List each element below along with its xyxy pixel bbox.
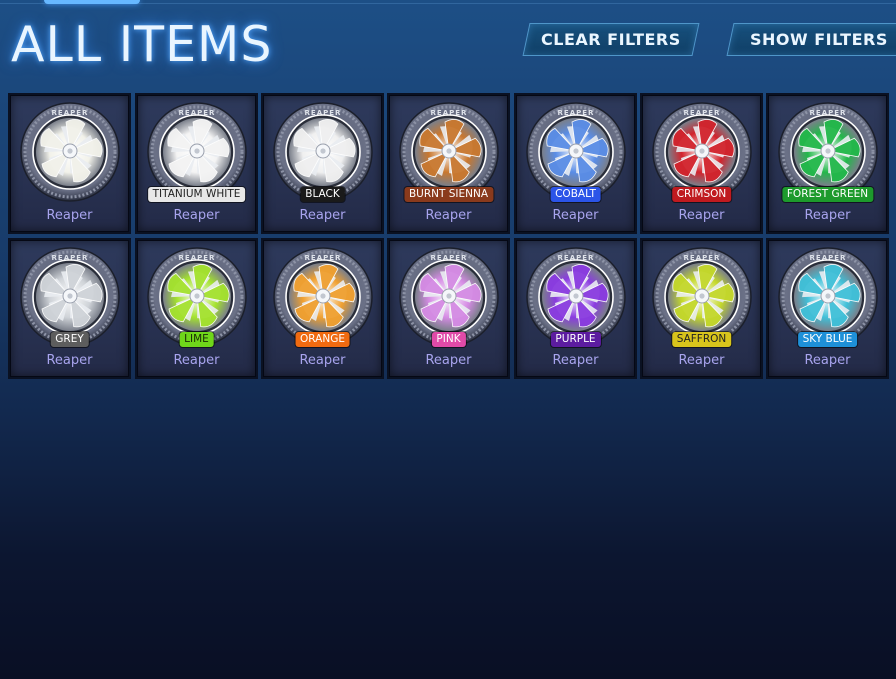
item-name: Reaper	[46, 353, 93, 368]
paint-color-badge: LIME	[179, 332, 214, 347]
item-name: Reaper	[299, 208, 346, 223]
item-name: Reaper	[678, 353, 725, 368]
item-card[interactable]: REAPER COBALT Reaper	[516, 95, 635, 232]
item-card[interactable]: REAPER BLACK Reaper	[263, 95, 382, 232]
paint-color-badge: SKY BLUE	[797, 332, 858, 347]
item-card[interactable]: REAPER PURPLE Reaper	[516, 240, 635, 377]
paint-color-badge: BURNT SIENNA	[403, 187, 494, 202]
item-card[interactable]: REAPER GREY Reaper	[10, 240, 129, 377]
item-card[interactable]: REAPER PINK Reaper	[389, 240, 508, 377]
item-card[interactable]: REAPER BURNT SIENNA Reaper	[389, 95, 508, 232]
item-grid: REAPER Reaper REAPER TITANIUM WHITE Reap…	[0, 0, 896, 679]
item-name: Reaper	[173, 353, 220, 368]
paint-color-badge: PINK	[431, 332, 466, 347]
paint-color-badge: SAFFRON	[671, 332, 732, 347]
paint-color-badge: CRIMSON	[671, 187, 732, 202]
reaper-wheel-icon: REAPER	[19, 100, 121, 202]
item-name: Reaper	[425, 353, 472, 368]
item-name: Reaper	[299, 353, 346, 368]
item-card[interactable]: REAPER LIME Reaper	[137, 240, 256, 377]
item-name: Reaper	[46, 208, 93, 223]
item-card[interactable]: REAPER CRIMSON Reaper	[642, 95, 761, 232]
paint-color-badge: FOREST GREEN	[781, 187, 874, 202]
item-name: Reaper	[552, 208, 599, 223]
item-name: Reaper	[804, 208, 851, 223]
paint-color-badge: COBALT	[550, 187, 601, 202]
paint-color-badge: PURPLE	[550, 332, 601, 347]
paint-color-badge: TITANIUM WHITE	[147, 187, 246, 202]
item-name: Reaper	[552, 353, 599, 368]
paint-color-badge: BLACK	[300, 187, 345, 202]
item-name: Reaper	[678, 208, 725, 223]
item-card[interactable]: REAPER Reaper	[10, 95, 129, 232]
item-card[interactable]: REAPER SAFFRON Reaper	[642, 240, 761, 377]
item-name: Reaper	[173, 208, 220, 223]
item-card[interactable]: REAPER FOREST GREEN Reaper	[768, 95, 887, 232]
item-card[interactable]: REAPER TITANIUM WHITE Reaper	[137, 95, 256, 232]
item-name: Reaper	[804, 353, 851, 368]
item-card[interactable]: REAPER SKY BLUE Reaper	[768, 240, 887, 377]
item-card[interactable]: REAPER ORANGE Reaper	[263, 240, 382, 377]
item-name: Reaper	[425, 208, 472, 223]
paint-color-badge: ORANGE	[295, 332, 350, 347]
paint-color-badge: GREY	[50, 332, 89, 347]
